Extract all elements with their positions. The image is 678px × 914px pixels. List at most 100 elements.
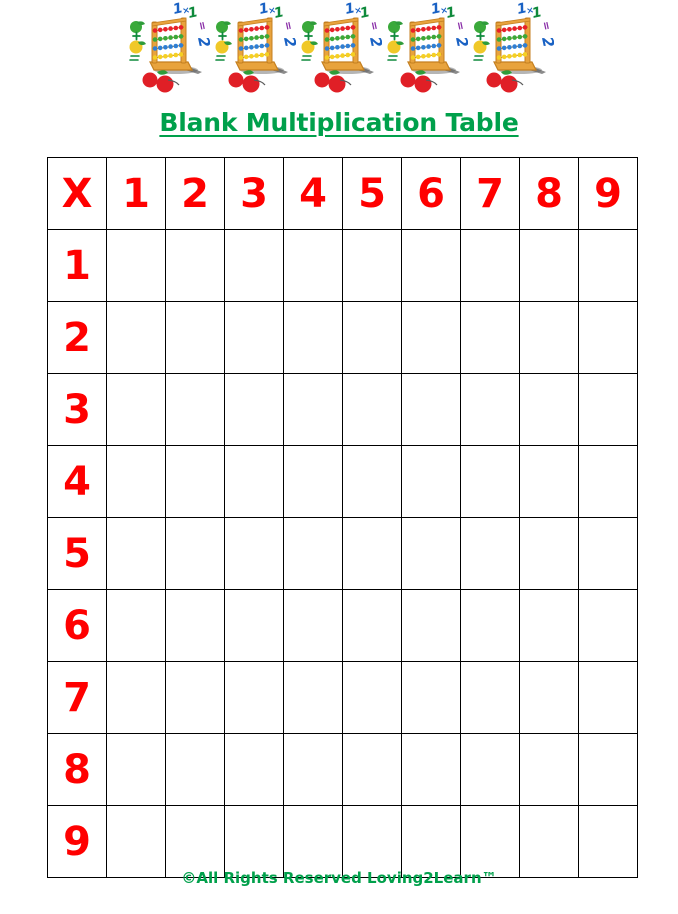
svg-text:=: = [539, 20, 554, 32]
svg-text:=: = [195, 20, 210, 32]
row-header-1: 1 [47, 229, 107, 302]
clipart-banner: 1 × 1 = 2 1 × 1 = 2 1 × 1 = 2 1 × 1 = 2 1 × 1 = 2 [0, 0, 678, 100]
answer-cell-7x7[interactable] [460, 661, 520, 734]
table-row: 1 [47, 229, 638, 302]
answer-cell-8x1[interactable] [106, 733, 166, 806]
answer-cell-6x3[interactable] [224, 589, 284, 662]
answer-cell-6x8[interactable] [519, 589, 579, 662]
answer-cell-9x2[interactable] [165, 805, 225, 878]
answer-cell-9x5[interactable] [342, 805, 402, 878]
answer-cell-2x1[interactable] [106, 301, 166, 374]
answer-cell-2x8[interactable] [519, 301, 579, 374]
answer-cell-8x4[interactable] [283, 733, 343, 806]
answer-cell-2x6[interactable] [401, 301, 461, 374]
answer-cell-4x4[interactable] [283, 445, 343, 518]
answer-cell-6x6[interactable] [401, 589, 461, 662]
answer-cell-3x5[interactable] [342, 373, 402, 446]
answer-cell-5x3[interactable] [224, 517, 284, 590]
answer-cell-8x9[interactable] [578, 733, 638, 806]
answer-cell-5x6[interactable] [401, 517, 461, 590]
abacus-clipart-icon: 1 × 1 = 2 [296, 0, 382, 95]
answer-cell-8x6[interactable] [401, 733, 461, 806]
answer-cell-3x4[interactable] [283, 373, 343, 446]
answer-cell-7x2[interactable] [165, 661, 225, 734]
answer-cell-8x8[interactable] [519, 733, 579, 806]
answer-cell-6x1[interactable] [106, 589, 166, 662]
answer-cell-1x3[interactable] [224, 229, 284, 302]
answer-cell-1x4[interactable] [283, 229, 343, 302]
answer-cell-4x5[interactable] [342, 445, 402, 518]
answer-cell-7x1[interactable] [106, 661, 166, 734]
answer-cell-2x2[interactable] [165, 301, 225, 374]
answer-cell-2x3[interactable] [224, 301, 284, 374]
answer-cell-4x6[interactable] [401, 445, 461, 518]
answer-cell-3x7[interactable] [460, 373, 520, 446]
answer-cell-3x1[interactable] [106, 373, 166, 446]
answer-cell-2x9[interactable] [578, 301, 638, 374]
answer-cell-7x6[interactable] [401, 661, 461, 734]
answer-cell-7x8[interactable] [519, 661, 579, 734]
answer-cell-5x7[interactable] [460, 517, 520, 590]
answer-cell-1x6[interactable] [401, 229, 461, 302]
answer-cell-7x9[interactable] [578, 661, 638, 734]
row-header-6: 6 [47, 589, 107, 662]
answer-cell-2x4[interactable] [283, 301, 343, 374]
answer-cell-8x2[interactable] [165, 733, 225, 806]
column-header-5: 5 [342, 157, 402, 230]
answer-cell-9x3[interactable] [224, 805, 284, 878]
answer-cell-8x3[interactable] [224, 733, 284, 806]
answer-cell-6x7[interactable] [460, 589, 520, 662]
answer-cell-2x7[interactable] [460, 301, 520, 374]
answer-cell-4x3[interactable] [224, 445, 284, 518]
answer-cell-9x9[interactable] [578, 805, 638, 878]
column-header-7: 7 [460, 157, 520, 230]
svg-text:1: 1 [531, 4, 544, 22]
answer-cell-2x5[interactable] [342, 301, 402, 374]
answer-cell-6x5[interactable] [342, 589, 402, 662]
answer-cell-9x8[interactable] [519, 805, 579, 878]
answer-cell-4x8[interactable] [519, 445, 579, 518]
answer-cell-3x2[interactable] [165, 373, 225, 446]
blank-multiplication-table: X123456789123456789 [47, 157, 638, 878]
answer-cell-8x7[interactable] [460, 733, 520, 806]
answer-cell-3x6[interactable] [401, 373, 461, 446]
answer-cell-1x9[interactable] [578, 229, 638, 302]
table-row: 6 [47, 589, 638, 662]
answer-cell-7x3[interactable] [224, 661, 284, 734]
answer-cell-4x2[interactable] [165, 445, 225, 518]
answer-cell-8x5[interactable] [342, 733, 402, 806]
answer-cell-3x3[interactable] [224, 373, 284, 446]
answer-cell-6x2[interactable] [165, 589, 225, 662]
answer-cell-1x8[interactable] [519, 229, 579, 302]
column-header-3: 3 [224, 157, 284, 230]
answer-cell-9x7[interactable] [460, 805, 520, 878]
answer-cell-5x4[interactable] [283, 517, 343, 590]
answer-cell-7x4[interactable] [283, 661, 343, 734]
svg-text:2: 2 [452, 35, 468, 49]
page-title: Blank Multiplication Table [159, 108, 519, 137]
answer-cell-5x5[interactable] [342, 517, 402, 590]
answer-cell-1x2[interactable] [165, 229, 225, 302]
answer-cell-3x8[interactable] [519, 373, 579, 446]
answer-cell-1x7[interactable] [460, 229, 520, 302]
svg-text:1: 1 [359, 4, 372, 22]
answer-cell-4x1[interactable] [106, 445, 166, 518]
answer-cell-5x9[interactable] [578, 517, 638, 590]
answer-cell-6x9[interactable] [578, 589, 638, 662]
answer-cell-1x5[interactable] [342, 229, 402, 302]
answer-cell-1x1[interactable] [106, 229, 166, 302]
answer-cell-9x1[interactable] [106, 805, 166, 878]
column-header-4: 4 [283, 157, 343, 230]
row-header-3: 3 [47, 373, 107, 446]
answer-cell-5x8[interactable] [519, 517, 579, 590]
svg-text:=: = [367, 20, 382, 32]
answer-cell-5x1[interactable] [106, 517, 166, 590]
answer-cell-5x2[interactable] [165, 517, 225, 590]
answer-cell-6x4[interactable] [283, 589, 343, 662]
answer-cell-7x5[interactable] [342, 661, 402, 734]
answer-cell-4x7[interactable] [460, 445, 520, 518]
answer-cell-9x4[interactable] [283, 805, 343, 878]
answer-cell-4x9[interactable] [578, 445, 638, 518]
answer-cell-3x9[interactable] [578, 373, 638, 446]
answer-cell-9x6[interactable] [401, 805, 461, 878]
